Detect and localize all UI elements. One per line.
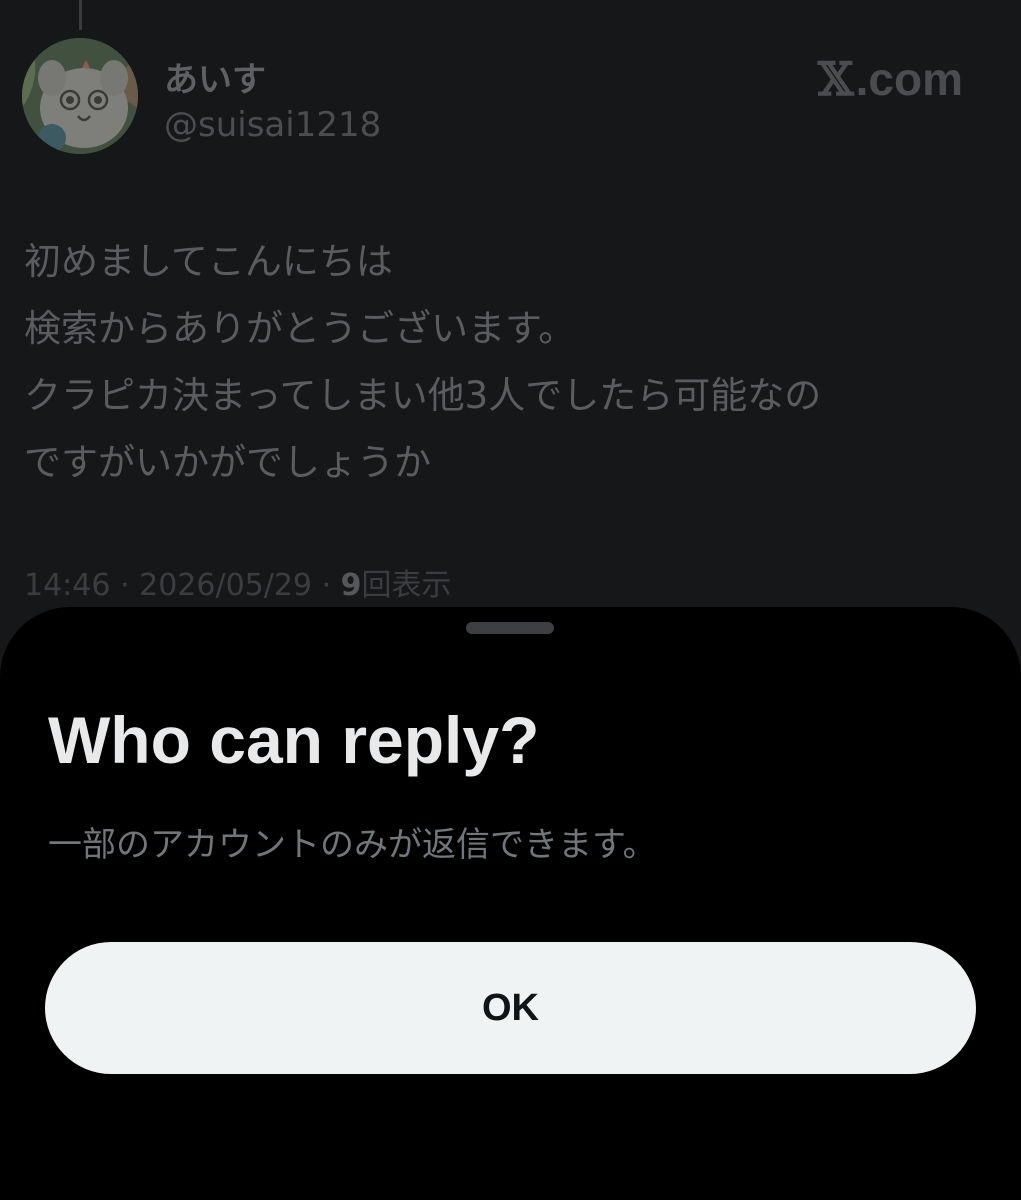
- avatar[interactable]: [22, 38, 138, 154]
- meta-separator: ·: [120, 568, 130, 603]
- tweet-text-line: クラピカ決まってしまい他3人でしたら可能なの: [24, 374, 822, 417]
- views-label: 回表示: [361, 568, 452, 603]
- views-count: 9: [340, 568, 362, 603]
- avatar-illustration-icon: [22, 38, 138, 154]
- tweet-text: 初めましてこんにちは 検索からありがとうございます。 クラピカ決まってしまい他3…: [24, 228, 984, 496]
- watermark-domain: .com: [855, 53, 963, 105]
- app-screen: あいす @suisai1218 𝕏.com 初めましてこんにちは 検索からありが…: [0, 0, 1021, 1200]
- author-display-name[interactable]: あいす: [164, 52, 266, 101]
- ok-button[interactable]: OK: [45, 942, 976, 1074]
- who-can-reply-sheet: Who can reply? 一部のアカウントのみが返信できます。 OK: [0, 607, 1021, 1200]
- x-com-watermark: 𝕏.com: [818, 52, 963, 106]
- sheet-title: Who can reply?: [48, 703, 540, 777]
- tweet-date: 2026/05/29: [139, 568, 313, 603]
- author-handle[interactable]: @suisai1218: [164, 105, 381, 145]
- x-logo-icon: 𝕏: [817, 52, 854, 106]
- sheet-drag-handle[interactable]: [466, 622, 554, 634]
- tweet-text-line: ですがいかがでしょうか: [24, 441, 431, 484]
- tweet-text-line: 検索からありがとうございます。: [24, 307, 576, 350]
- sheet-description: 一部のアカウントのみが返信できます。: [48, 825, 657, 865]
- tweet-text-line: 初めましてこんにちは: [24, 240, 393, 283]
- meta-separator: ·: [321, 568, 332, 603]
- thread-connector-line: [79, 0, 82, 30]
- tweet-time: 14:46: [24, 568, 111, 603]
- tweet-metadata: 14:46 · 2026/05/29 · 9回表示: [24, 560, 452, 604]
